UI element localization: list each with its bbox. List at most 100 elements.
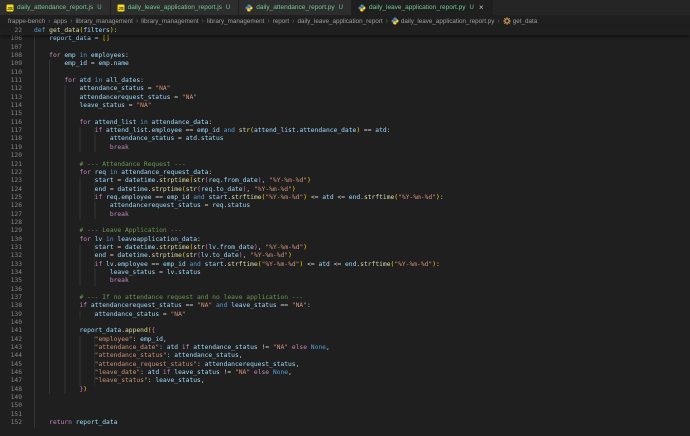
indent-guides	[34, 94, 79, 102]
python-icon	[391, 17, 399, 25]
breadcrumb-item-daily_leave_application_report.py[interactable]: daily_leave_application_report.py	[391, 17, 494, 25]
code-line[interactable]: 121# --- Attendance Request ---	[0, 161, 690, 169]
tab-daily_leave_application_report.js[interactable]: JSdaily_leave_application_report.jsU	[111, 0, 240, 15]
line-number: 110	[0, 69, 34, 77]
code-line[interactable]: 120	[0, 152, 690, 160]
code-line[interactable]: 109emp_id = emp.name	[0, 60, 690, 68]
code-line[interactable]: 142"employee": emp_id,	[0, 336, 690, 344]
breadcrumb-separator: ›	[48, 18, 50, 25]
sticky-scroll-line[interactable]: 22def get_data(filters):	[0, 27, 690, 35]
breadcrumb-item-apps[interactable]: apps	[53, 18, 67, 25]
code-line[interactable]: 134leave_status = lv.status	[0, 269, 690, 277]
line-number: 115	[0, 110, 34, 118]
code-line[interactable]: 135break	[0, 277, 690, 285]
breadcrumb-item-daily_leave_application_report[interactable]: daily_leave_application_report	[298, 18, 383, 25]
code-line[interactable]: 108for emp in employees:	[0, 52, 690, 60]
breadcrumb-item-library_management[interactable]: library_management	[207, 18, 264, 25]
code-line[interactable]: 147"leave_status": leave_status,	[0, 377, 690, 385]
indent-guides	[34, 336, 95, 344]
code-line[interactable]: 133if lv.employee == emp_id and start.st…	[0, 261, 690, 269]
code-line[interactable]: 144"attendance_status": attendance_statu…	[0, 352, 690, 360]
breadcrumb-item-get_data[interactable]: get_data	[503, 17, 538, 25]
code-line[interactable]: 127break	[0, 211, 690, 219]
code-line[interactable]: 148})	[0, 386, 690, 394]
code-line[interactable]: 112attendance_status = "NA"	[0, 85, 690, 93]
indent-guides	[34, 286, 79, 294]
indent-guides	[34, 44, 49, 52]
breadcrumb-separator: ›	[202, 18, 204, 25]
git-untracked-badge: U	[97, 5, 101, 11]
indent-guides	[34, 135, 110, 143]
code-line[interactable]: 115	[0, 110, 690, 118]
code-line[interactable]: 114leave_status = "NA"	[0, 102, 690, 110]
code-line[interactable]: 140	[0, 319, 690, 327]
line-number: 109	[0, 60, 34, 68]
line-number: 139	[0, 311, 34, 319]
code-line[interactable]: 149	[0, 394, 690, 402]
indent-guides	[34, 52, 49, 60]
code-line[interactable]: 137# --- If no attendance request and no…	[0, 294, 690, 302]
code-line[interactable]: 122for req in attendance_request_data:	[0, 169, 690, 177]
breadcrumb-item-report[interactable]: report	[273, 18, 289, 25]
close-icon[interactable]: ×	[479, 5, 484, 11]
tab-daily_attendance_report.py[interactable]: daily_attendance_report.pyU	[239, 0, 352, 15]
code-line[interactable]: 132end = datetime.strptime(str(lv.to_dat…	[0, 252, 690, 260]
code-line[interactable]: 113attendancerequest_status = "NA"	[0, 94, 690, 102]
code-line[interactable]: 22def get_data(filters):	[0, 27, 690, 35]
indent-guides	[34, 102, 79, 110]
code-line[interactable]: 146"leave_date": atd if leave_status != …	[0, 369, 690, 377]
code-line[interactable]: 141report_data.append({	[0, 327, 690, 335]
code-line[interactable]: 129# --- Leave Application ---	[0, 227, 690, 235]
indent-guides	[34, 236, 79, 244]
code-line[interactable]: 119break	[0, 144, 690, 152]
indent-guides	[34, 369, 95, 377]
code-text: "attendance_status": attendance_status,	[95, 352, 243, 360]
code-line[interactable]: 130for lv in leaveapplication_data:	[0, 236, 690, 244]
code-line[interactable]: 136	[0, 286, 690, 294]
code-text: for attend_list in attendance_data:	[79, 119, 212, 127]
code-text: report_data.append({	[79, 327, 155, 335]
code-line[interactable]: 124end = datetime.strptime(str(req.to_da…	[0, 186, 690, 194]
code-line[interactable]: 116for attend_list in attendance_data:	[0, 119, 690, 127]
code-line[interactable]: 123start = datetime.strptime(str(req.fro…	[0, 177, 690, 185]
code-line[interactable]: 128	[0, 219, 690, 227]
breadcrumb-item-frappe-bench[interactable]: frappe-bench	[8, 18, 45, 25]
code-line[interactable]: 139attendance_status = "NA"	[0, 311, 690, 319]
code-line[interactable]: 126attendancerequest_status = req.status	[0, 202, 690, 210]
javascript-icon: JS	[117, 4, 125, 12]
code-line[interactable]: 106report_data = []	[0, 35, 690, 43]
code-line[interactable]: 118attendance_status = atd.status	[0, 135, 690, 143]
code-line[interactable]: 110	[0, 69, 690, 77]
code-text: for lv in leaveapplication_data:	[79, 236, 200, 244]
breadcrumb-item-library_management[interactable]: library_management	[141, 18, 198, 25]
code-line[interactable]: 138if attendancerequest_status == "NA" a…	[0, 302, 690, 310]
code-line[interactable]: 117if attend_list.employee == emp_id and…	[0, 127, 690, 135]
line-number: 151	[0, 411, 34, 419]
code-text: for req in attendance_request_data:	[79, 169, 212, 177]
line-number: 137	[0, 294, 34, 302]
code-line[interactable]: 152return report_data	[0, 419, 690, 427]
line-number: 147	[0, 377, 34, 385]
indent-guides	[34, 211, 110, 219]
tab-daily_attendance_report.js[interactable]: JSdaily_attendance_report.jsU	[0, 0, 111, 15]
code-line[interactable]: 150	[0, 402, 690, 410]
code-line[interactable]: 107	[0, 44, 690, 52]
line-number: 142	[0, 336, 34, 344]
code-line[interactable]: 125if req.employee == emp_id and start.s…	[0, 194, 690, 202]
git-untracked-badge: U	[339, 5, 343, 11]
indent-guides	[34, 302, 79, 310]
code-text: end = datetime.strptime(str(req.to_date)…	[95, 186, 296, 194]
breadcrumb-item-library_management[interactable]: library_management	[75, 18, 132, 25]
breadcrumb-label: library_management	[141, 18, 198, 25]
code-line[interactable]: 145"attendance_request_status": attendan…	[0, 361, 690, 369]
tab-daily_leave_application_report.py[interactable]: daily_leave_application_report.pyU×	[352, 0, 493, 15]
line-number: 148	[0, 386, 34, 394]
code-line[interactable]: 111for atd in all_dates:	[0, 77, 690, 85]
indent-guides	[34, 177, 95, 185]
code-text: start = datetime.strptime(str(req.from_d…	[95, 177, 311, 185]
code-line[interactable]: 143"attendance_date": atd if attendance_…	[0, 344, 690, 352]
tab-label: daily_leave_application_report.js	[128, 4, 222, 11]
code-line[interactable]: 131start = datetime.strptime(str(lv.from…	[0, 244, 690, 252]
code-line[interactable]: 151	[0, 411, 690, 419]
indent-guides	[34, 311, 95, 319]
